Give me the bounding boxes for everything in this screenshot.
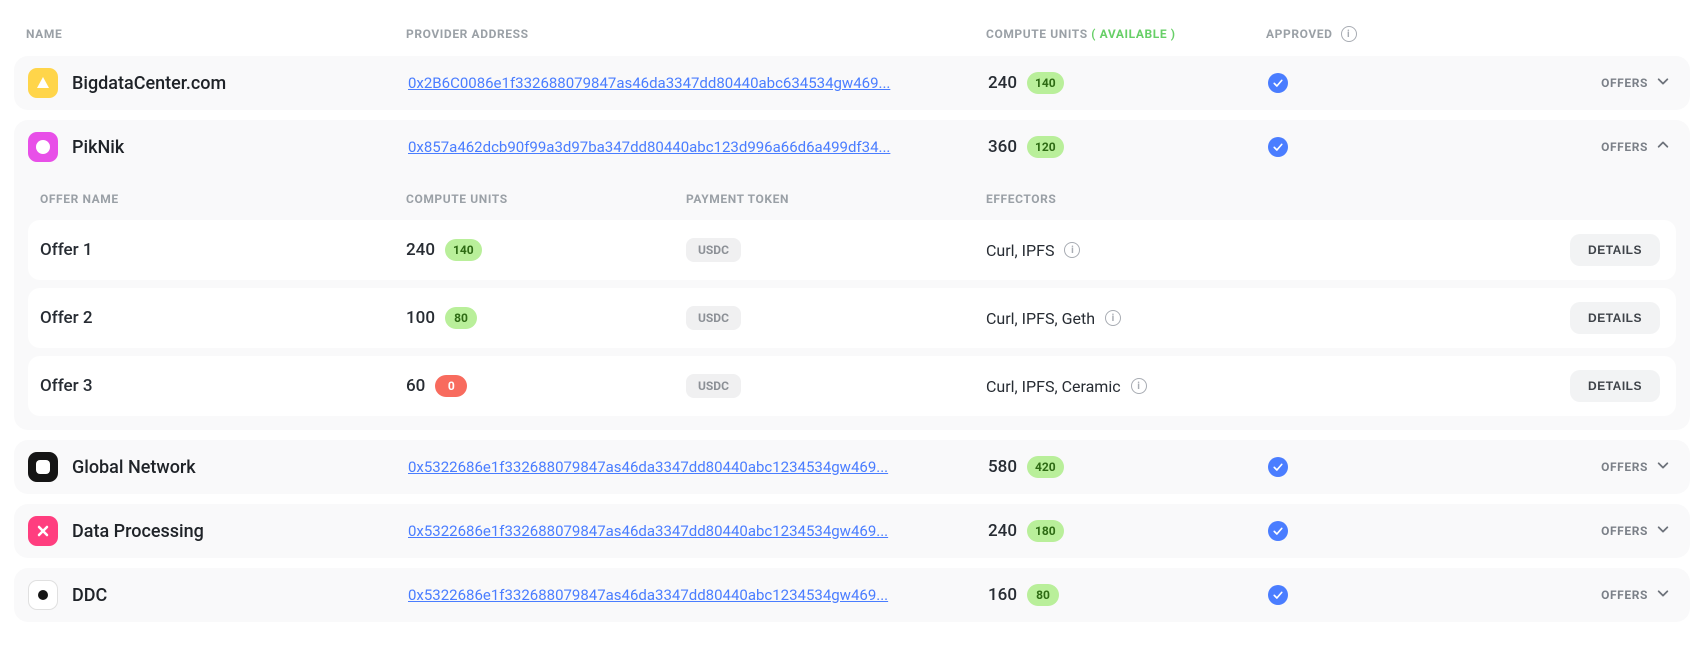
table-row: Data Processing 0x5322686e1f332688079847a…: [14, 504, 1690, 558]
provider-name-cell: DDC: [28, 580, 408, 610]
approved-cell: [1268, 73, 1448, 93]
info-icon[interactable]: i: [1064, 242, 1080, 258]
available-badge: 180: [1027, 520, 1064, 542]
provider-name-cell: BigdataCenter.com: [28, 68, 408, 98]
offers-toggle[interactable]: OFFERS: [1448, 138, 1676, 156]
chevron-down-icon: [1656, 74, 1670, 92]
col-provider-address: PROVIDER ADDRESS: [406, 27, 986, 41]
table-header: NAME PROVIDER ADDRESS COMPUTE UNITS ( AV…: [14, 20, 1690, 56]
info-icon[interactable]: i: [1341, 26, 1357, 42]
compute-units: 240180: [988, 520, 1268, 542]
offer-row: Offer 210080USDCCurl, IPFS, Gethi DETAILS: [28, 288, 1676, 348]
offer-cu: 10080: [406, 307, 686, 329]
available-badge: 120: [1027, 136, 1064, 158]
approved-cell: [1268, 137, 1448, 157]
offers-toggle[interactable]: OFFERS: [1448, 522, 1676, 540]
provider-address[interactable]: 0x2B6C0086e1f332688079847as46da3347dd804…: [408, 74, 988, 92]
provider-name: Data Processing: [72, 521, 204, 542]
offer-name: Offer 1: [40, 240, 406, 260]
details-button[interactable]: DETAILS: [1570, 302, 1660, 334]
chevron-up-icon: [1656, 138, 1670, 156]
provider-icon: [28, 132, 58, 162]
chevron-down-icon: [1656, 586, 1670, 604]
available-badge: 80: [445, 307, 477, 329]
compute-units: 580420: [988, 456, 1268, 478]
provider-icon: [28, 580, 58, 610]
col-compute-units: COMPUTE UNITS ( AVAILABLE ): [986, 27, 1266, 41]
available-badge: 420: [1027, 456, 1064, 478]
available-badge: 140: [1027, 72, 1064, 94]
info-icon[interactable]: i: [1105, 310, 1121, 326]
details-button[interactable]: DETAILS: [1570, 370, 1660, 402]
provider-icon: [28, 516, 58, 546]
col-offer-name: OFFER NAME: [40, 192, 406, 206]
provider-name: Global Network: [72, 457, 196, 478]
payment-token: USDC: [686, 374, 986, 398]
provider-address[interactable]: 0x5322686e1f332688079847as46da3347dd8044…: [408, 522, 988, 540]
table-row: BigdataCenter.com 0x2B6C0086e1f3326880798…: [14, 56, 1690, 110]
check-icon: [1268, 521, 1288, 541]
provider-icon: [28, 452, 58, 482]
table-row: Global Network 0x5322686e1f332688079847as…: [14, 440, 1690, 494]
table-row: DDC 0x5322686e1f332688079847as46da3347dd8…: [14, 568, 1690, 622]
offer-row: Offer 1240140USDCCurl, IPFSi DETAILS: [28, 220, 1676, 280]
provider-address[interactable]: 0x5322686e1f332688079847as46da3347dd8044…: [408, 458, 988, 476]
provider-icon: [28, 68, 58, 98]
table-row: PikNik 0x857a462dcb90f99a3d97ba347dd80440…: [14, 120, 1690, 174]
chevron-down-icon: [1656, 458, 1670, 476]
approved-cell: [1268, 521, 1448, 541]
col-offer-cu: COMPUTE UNITS: [406, 192, 686, 206]
chevron-down-icon: [1656, 522, 1670, 540]
offer-cu: 240140: [406, 239, 686, 261]
payment-token: USDC: [686, 238, 986, 262]
compute-units: 240140: [988, 72, 1268, 94]
available-badge: 140: [445, 239, 482, 261]
offers-toggle[interactable]: OFFERS: [1448, 586, 1676, 604]
col-approved: APPROVED i: [1266, 26, 1446, 42]
offers-toggle[interactable]: OFFERS: [1448, 458, 1676, 476]
offers-toggle[interactable]: OFFERS: [1448, 74, 1676, 92]
provider-address[interactable]: 0x5322686e1f332688079847as46da3347dd8044…: [408, 586, 988, 604]
provider-name-cell: Data Processing: [28, 516, 408, 546]
provider-name-cell: PikNik: [28, 132, 408, 162]
info-icon[interactable]: i: [1131, 378, 1147, 394]
payment-token: USDC: [686, 306, 986, 330]
effectors: Curl, IPFS, Gethi: [986, 309, 1386, 328]
provider-address[interactable]: 0x857a462dcb90f99a3d97ba347dd80440abc123…: [408, 138, 988, 156]
check-icon: [1268, 73, 1288, 93]
provider-name-cell: Global Network: [28, 452, 408, 482]
provider-name: BigdataCenter.com: [72, 73, 226, 94]
col-effectors: EFFECTORS: [986, 192, 1386, 206]
details-button[interactable]: DETAILS: [1570, 234, 1660, 266]
offers-block: OFFER NAMECOMPUTE UNITSPAYMENT TOKENEFFE…: [14, 174, 1690, 430]
offer-cu: 600: [406, 375, 686, 397]
effectors: Curl, IPFS, Ceramici: [986, 377, 1386, 396]
approved-cell: [1268, 585, 1448, 605]
provider-name: PikNik: [72, 137, 124, 158]
offer-name: Offer 3: [40, 376, 406, 396]
offers-header: OFFER NAMECOMPUTE UNITSPAYMENT TOKENEFFE…: [28, 182, 1676, 220]
compute-units: 16080: [988, 584, 1268, 606]
offer-name: Offer 2: [40, 308, 406, 328]
compute-units: 360120: [988, 136, 1268, 158]
available-badge: 0: [435, 375, 467, 397]
col-payment-token: PAYMENT TOKEN: [686, 192, 986, 206]
check-icon: [1268, 585, 1288, 605]
offer-row: Offer 3600USDCCurl, IPFS, Ceramici DETAIL…: [28, 356, 1676, 416]
provider-name: DDC: [72, 585, 107, 606]
approved-cell: [1268, 457, 1448, 477]
check-icon: [1268, 137, 1288, 157]
col-name: NAME: [26, 27, 406, 41]
check-icon: [1268, 457, 1288, 477]
effectors: Curl, IPFSi: [986, 241, 1386, 260]
available-badge: 80: [1027, 584, 1059, 606]
